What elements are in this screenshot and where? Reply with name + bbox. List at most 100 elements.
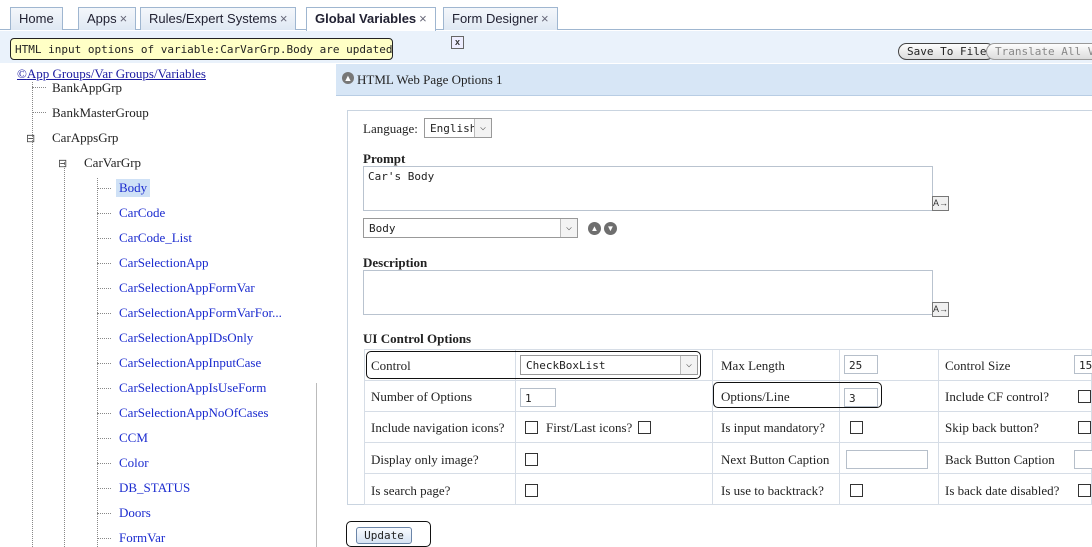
close-icon[interactable]: × — [120, 11, 128, 26]
language-value: English — [430, 122, 477, 135]
search-page-label: Is search page? — [371, 483, 451, 498]
description-textarea[interactable] — [363, 270, 933, 315]
tree-variable-item[interactable]: CarSelectionAppIDsOnly — [119, 330, 253, 346]
next-caption-label: Next Button Caption — [721, 452, 830, 467]
tree-line — [97, 213, 111, 214]
tree-line — [97, 338, 111, 339]
tree-group-item[interactable]: BankAppGrp — [52, 80, 122, 96]
language-select[interactable]: English ⌵ — [424, 118, 492, 138]
tree-variable-item[interactable]: CarSelectionAppFormVar — [119, 280, 255, 296]
tree-line — [97, 513, 111, 514]
save-to-file-button[interactable]: Save To File — [898, 43, 996, 60]
close-icon[interactable]: × — [280, 11, 288, 26]
tree-variable-item[interactable]: CarCode — [119, 205, 165, 221]
tree-line — [97, 188, 111, 189]
display-image-checkbox[interactable] — [525, 453, 538, 466]
close-icon[interactable]: × — [419, 11, 427, 26]
include-cf-checkbox[interactable] — [1078, 390, 1091, 403]
tree-root-link[interactable]: ©App Groups/Var Groups/Variables — [17, 66, 206, 81]
notice-close-button[interactable]: x — [451, 36, 464, 49]
backtrack-label: Is use to backtrack? — [721, 483, 824, 498]
nav-icons-label: Include navigation icons? — [371, 420, 505, 435]
highlight-box — [713, 382, 882, 408]
highlight-box — [366, 351, 701, 379]
prompt-textarea[interactable]: Car's Body — [363, 166, 933, 211]
tab-label: Apps — [87, 11, 117, 26]
control-size-input[interactable]: 15 — [1074, 355, 1092, 374]
update-button[interactable]: Update — [356, 527, 412, 544]
tree-variable-item[interactable]: CarSelectionApp — [119, 255, 209, 271]
tree-variable-item[interactable]: FormVar — [119, 530, 165, 546]
tree-line — [97, 438, 111, 439]
tree-variable-item[interactable]: CarSelectionAppFormVarFor... — [119, 305, 282, 321]
collapse-up-icon[interactable]: ▲ — [342, 72, 354, 84]
prompt-label: Prompt — [363, 151, 406, 166]
max-length-input[interactable]: 25 — [844, 355, 878, 374]
tab-form-designer[interactable]: Form Designer × — [443, 7, 558, 30]
number-of-options-input[interactable]: 1 — [520, 388, 556, 407]
tree-line — [97, 388, 111, 389]
first-last-label: First/Last icons? — [546, 420, 633, 435]
nav-icons-checkbox[interactable] — [525, 421, 538, 434]
tree-line — [97, 288, 111, 289]
tab-global-variables[interactable]: Global Variables × — [306, 7, 436, 31]
tree-line — [64, 162, 65, 547]
tab-home[interactable]: Home — [10, 7, 63, 30]
search-page-checkbox[interactable] — [525, 484, 538, 497]
display-image-label: Display only image? — [371, 452, 479, 467]
tab-bar: Home Apps × Rules/Expert Systems × Global … — [0, 0, 1092, 31]
copyright-icon: © — [17, 66, 27, 81]
collapse-icon[interactable]: ⊟ — [58, 156, 67, 172]
tree-line — [97, 538, 111, 539]
grid-cell — [515, 442, 713, 474]
back-date-checkbox[interactable] — [1078, 484, 1091, 497]
tree-variable-item[interactable]: CarCode_List — [119, 230, 192, 246]
back-date-label: Is back date disabled? — [945, 483, 1060, 498]
tree-variable-item[interactable]: Body — [116, 179, 151, 197]
tree-group-item[interactable]: CarAppsGrp — [52, 130, 118, 146]
tree-variable-item[interactable]: CarSelectionAppInputCase — [119, 355, 261, 371]
tab-rules-expert-systems[interactable]: Rules/Expert Systems × — [140, 7, 297, 30]
tree-line — [97, 238, 111, 239]
tree-line — [97, 263, 111, 264]
tab-label: Rules/Expert Systems — [149, 11, 277, 26]
translate-all-vars-button[interactable]: Translate All Vars — [986, 43, 1092, 60]
tab-apps[interactable]: Apps × — [78, 7, 137, 30]
tree-line — [32, 112, 46, 113]
first-last-checkbox[interactable] — [638, 421, 651, 434]
status-notice: HTML input options of variable:CarVarGrp… — [10, 38, 393, 60]
panel-splitter[interactable] — [316, 383, 317, 547]
tree-line — [97, 463, 111, 464]
move-up-icon[interactable]: ▲ — [588, 222, 601, 235]
back-caption-input[interactable] — [1074, 450, 1092, 469]
move-down-icon[interactable]: ▼ — [604, 222, 617, 235]
ui-control-options-label: UI Control Options — [363, 331, 472, 346]
tree-line — [97, 413, 111, 414]
translate-icon[interactable]: A→ — [932, 196, 949, 211]
collapse-icon[interactable]: ⊟ — [26, 131, 35, 147]
tree-variable-item[interactable]: CCM — [119, 430, 148, 446]
tree-variable-item[interactable]: CarSelectionAppNoOfCases — [119, 405, 268, 421]
close-icon[interactable]: × — [541, 11, 549, 26]
description-label: Description — [363, 255, 428, 270]
tab-label: Global Variables — [315, 11, 417, 26]
tree-variable-item[interactable]: Color — [119, 455, 149, 471]
tree-line — [97, 313, 111, 314]
mandatory-checkbox[interactable] — [850, 421, 863, 434]
tree-variable-item[interactable]: DB_STATUS — [119, 480, 190, 496]
tree-variable-item[interactable]: CarSelectionAppIsUseForm — [119, 380, 266, 396]
tree-line — [97, 363, 111, 364]
prompt-variable-select[interactable]: Body ⌵ — [363, 218, 578, 238]
grid-cell — [515, 473, 713, 505]
tree-group-item[interactable]: BankMasterGroup — [52, 105, 149, 121]
skip-back-checkbox[interactable] — [1078, 421, 1091, 434]
tree-variable-item[interactable]: Doors — [119, 505, 151, 521]
language-label: Language: — [363, 121, 418, 136]
tree-subgroup-item[interactable]: CarVarGrp — [84, 155, 141, 171]
skip-back-label: Skip back button? — [945, 420, 1039, 435]
translate-icon[interactable]: A→ — [932, 302, 949, 317]
tree-line — [32, 82, 33, 547]
next-caption-input[interactable] — [846, 450, 928, 469]
backtrack-checkbox[interactable] — [850, 484, 863, 497]
number-of-options-label: Number of Options — [371, 389, 473, 404]
